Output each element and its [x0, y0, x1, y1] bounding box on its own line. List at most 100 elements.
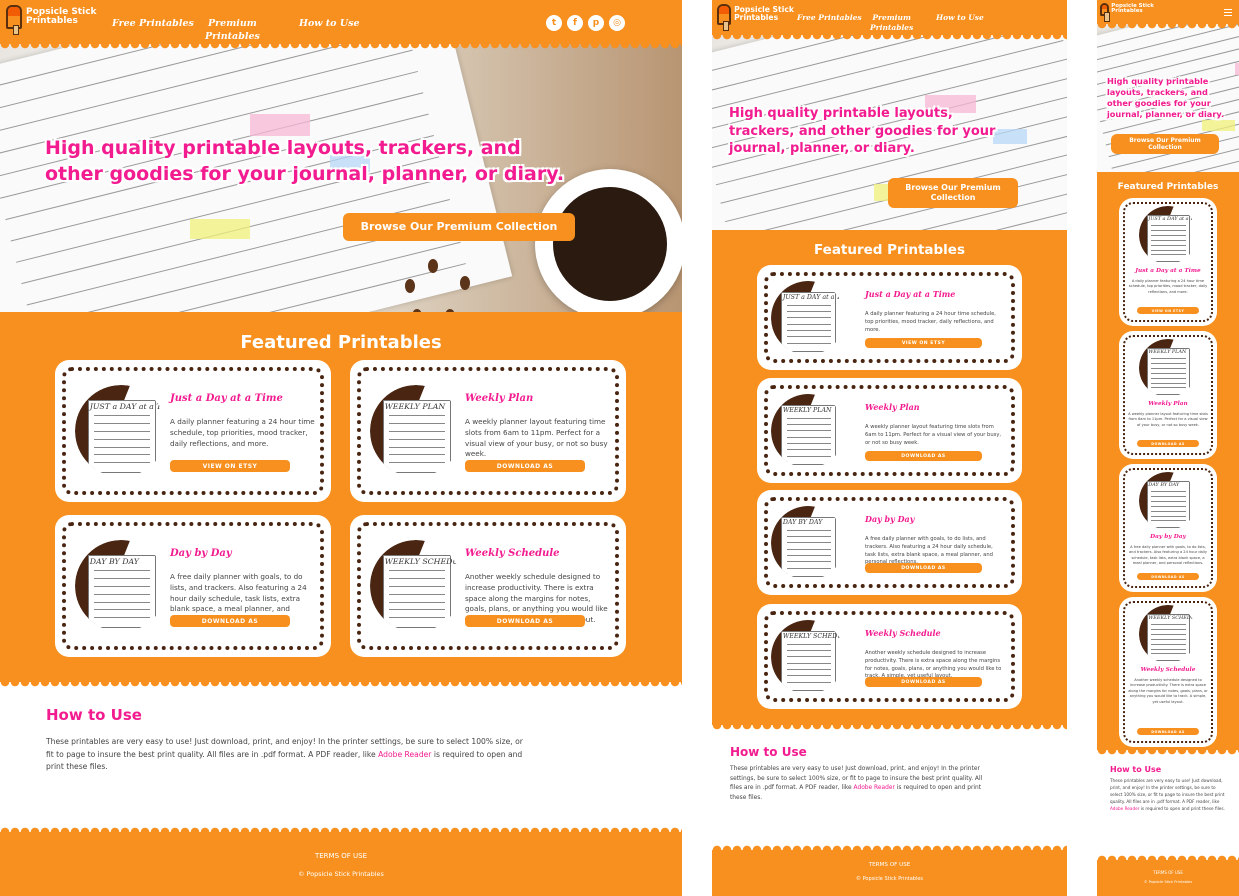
card-title[interactable]: Weekly Schedule	[465, 548, 560, 559]
preview-line	[786, 681, 831, 683]
preview-line	[786, 311, 831, 313]
nav-free-printables[interactable]: Free Printables	[112, 18, 194, 29]
card-action-button[interactable]: VIEW ON ETSY	[865, 338, 982, 348]
terms-of-use-link[interactable]: TERMS OF USE	[1097, 870, 1239, 875]
card-action-button[interactable]: DOWNLOAD AS	[465, 615, 585, 627]
nav-how-to-use[interactable]: How to Use	[936, 13, 984, 22]
copyright-text: © Popsicle Stick Printables	[1143, 880, 1193, 884]
card-title[interactable]: Day by Day	[1119, 534, 1217, 540]
card-action-button[interactable]: VIEW ON ETSY	[1137, 307, 1199, 314]
card-action-button[interactable]: DOWNLOAD AS	[865, 563, 982, 573]
card-action-button[interactable]: DOWNLOAD AS	[1137, 728, 1199, 735]
adobe-reader-link[interactable]: Adobe Reader	[378, 750, 431, 759]
card-description: A daily planner featuring a 24 hour time…	[170, 417, 315, 448]
featured-scallop	[0, 682, 682, 690]
card-action-button[interactable]: DOWNLOAD AS	[1137, 573, 1199, 580]
card-title[interactable]: Day by Day	[170, 548, 232, 559]
logo-line-2: Printables	[1111, 8, 1143, 15]
planner-page-preview	[87, 554, 156, 629]
site-footer: TERMS OF USE © Popsicle Stick Printables	[1097, 852, 1239, 896]
pinterest-icon[interactable]: p	[588, 15, 604, 31]
site-logo[interactable]: Popsicle Stick Printables	[717, 4, 794, 32]
card-action-button[interactable]: DOWNLOAD AS	[865, 451, 982, 461]
preview-line	[786, 650, 831, 652]
browse-premium-button[interactable]: Browse Our Premium Collection	[343, 213, 575, 241]
how-to-use-body: These printables are very easy to use! J…	[46, 736, 526, 774]
planner-page-preview	[781, 631, 837, 691]
preview-line	[94, 593, 150, 595]
card-action-button[interactable]: DOWNLOAD AS	[1137, 440, 1199, 447]
preview-line	[389, 415, 445, 417]
preview-line	[94, 577, 150, 579]
card-title[interactable]: Weekly Schedule	[1119, 667, 1217, 673]
card-action-button[interactable]: DOWNLOAD AS	[170, 615, 290, 627]
card-title[interactable]: Just a Day at a Time	[170, 393, 283, 404]
card-title[interactable]: Day by Day	[865, 514, 914, 524]
facebook-icon[interactable]: f	[567, 15, 583, 31]
card-title[interactable]: Just a Day at a Time	[1119, 268, 1217, 274]
instagram-icon[interactable]: ◎	[609, 15, 625, 31]
site-header: Popsicle Stick Printables Free Printables P…	[712, 0, 1067, 43]
card-title[interactable]: Weekly Plan	[465, 393, 533, 404]
preview-line	[786, 455, 831, 457]
preview-line	[389, 570, 445, 572]
site-logo[interactable]: Popsicle Stick Printables	[6, 5, 97, 35]
card-title[interactable]: Weekly Plan	[1119, 401, 1217, 407]
planner-page-preview	[382, 399, 451, 474]
printable-card: DAY BY DAY Day by Day A free daily planner…	[757, 490, 1022, 595]
preview-line	[389, 617, 445, 619]
footer-scallop	[0, 824, 682, 832]
printable-card: WEEKLY SCHEDULE Weekly Schedule Another we…	[350, 515, 626, 657]
printable-card: WEEKLY PLAN Weekly Plan A weekly planner l…	[757, 378, 1022, 483]
card-action-button[interactable]: DOWNLOAD AS	[865, 677, 982, 687]
terms-of-use-link[interactable]: TERMS OF USE	[0, 852, 682, 860]
hero-headline: High quality printable layouts, trackers…	[729, 106, 996, 157]
card-title[interactable]: Weekly Plan	[865, 402, 920, 412]
popsicle-icon	[717, 4, 731, 32]
preview-line	[1151, 638, 1186, 640]
preview-line	[786, 430, 831, 432]
twitter-icon[interactable]: t	[546, 15, 562, 31]
logo-text: Popsicle Stick Printables	[26, 7, 97, 27]
card-action-button[interactable]: VIEW ON ETSY	[170, 460, 290, 472]
thumbnail-title: WEEKLY PLAN	[384, 401, 446, 411]
preview-line	[94, 462, 150, 464]
preview-line	[786, 424, 831, 426]
thumbnail-title: DAY BY DAY	[1148, 482, 1180, 489]
menu-icon[interactable]	[1224, 9, 1232, 18]
browse-premium-button[interactable]: Browse Our Premium Collection	[888, 178, 1018, 208]
preview-line	[94, 585, 150, 587]
hero-banner: High quality printable layouts, trackers…	[0, 44, 682, 312]
coffee-bean	[405, 279, 415, 293]
card-title[interactable]: Weekly Schedule	[865, 628, 941, 638]
nav-premium-printables[interactable]: Premium Printables	[870, 13, 913, 33]
preview-line	[786, 643, 831, 645]
browse-premium-button[interactable]: Browse Our Premium Collection	[1111, 134, 1219, 154]
preview-line	[389, 438, 445, 440]
preview-line	[94, 438, 150, 440]
preview-line	[1151, 491, 1186, 493]
preview-line	[1151, 510, 1186, 512]
viewport-desktop: Popsicle Stick Printables Free Printables P…	[0, 0, 682, 896]
copyright-text: © Popsicle Stick Printables	[855, 876, 924, 882]
adobe-reader-link[interactable]: Adobe Reader	[1110, 806, 1139, 811]
nav-how-to-use[interactable]: How to Use	[299, 18, 360, 29]
card-action-button[interactable]: DOWNLOAD AS	[465, 460, 585, 472]
preview-line	[1151, 653, 1186, 655]
viewport-tablet: Popsicle Stick Printables Free Printables P…	[712, 0, 1067, 896]
preview-line	[1151, 234, 1186, 236]
site-logo[interactable]: Popsicle Stick Printables	[1100, 2, 1154, 23]
nav-premium-printables[interactable]: Premium Printables	[205, 18, 260, 44]
card-title[interactable]: Just a Day at a Time	[865, 289, 955, 299]
nav-free-printables[interactable]: Free Printables	[797, 13, 862, 22]
highlight-mark	[1201, 120, 1235, 132]
adobe-reader-link[interactable]: Adobe Reader	[854, 785, 895, 791]
thumbnail-title: WEEKLY PLAN	[1148, 349, 1187, 356]
menu-icon-bar	[1224, 9, 1232, 10]
terms-of-use-link[interactable]: TERMS OF USE	[712, 862, 1067, 868]
preview-line	[1151, 500, 1186, 502]
preview-line	[1151, 249, 1186, 251]
printable-thumbnail: DAY BY DAY	[75, 540, 167, 632]
preview-line	[786, 449, 831, 451]
printable-card: WEEKLY SCHEDULE Weekly Schedule Another we…	[1119, 597, 1217, 747]
